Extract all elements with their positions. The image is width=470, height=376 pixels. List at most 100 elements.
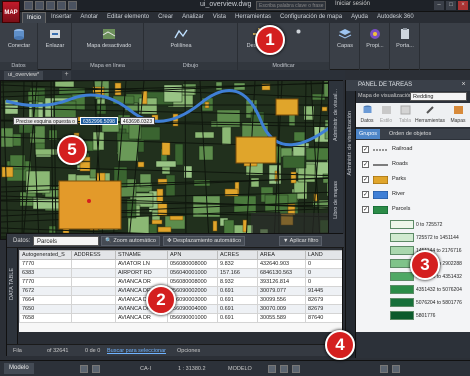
layer-list[interactable]: ✓ Railroad ✓ Roads ✓ Parks ✓ River ✓ Parcels 0 to … bbox=[356, 140, 470, 332]
table-cell: 7770 bbox=[19, 277, 72, 287]
tab-groups[interactable]: Grupos bbox=[356, 129, 381, 139]
layer-visibility-checkbox[interactable]: ✓ bbox=[362, 206, 369, 213]
ribbon-tab-6[interactable]: Vista bbox=[209, 12, 230, 23]
table-row[interactable]: 7770 AVIATOR LN 056080008000 9.832 432640.90… bbox=[19, 259, 342, 269]
column-header[interactable]: STNAME bbox=[115, 250, 168, 260]
map-canvas[interactable] bbox=[0, 80, 343, 240]
ribbon-tab-2[interactable]: Anotar bbox=[76, 12, 102, 23]
new-icon[interactable] bbox=[24, 1, 33, 10]
layer-item[interactable]: ✓ Roads bbox=[356, 159, 470, 171]
data-table-side-tab[interactable]: DATA TABLE bbox=[7, 248, 18, 344]
search-to-select-link[interactable]: Buscar para seleccionar bbox=[107, 348, 166, 354]
clipboard-button[interactable]: Porta... bbox=[392, 28, 418, 49]
filter-icon: ▼ bbox=[283, 238, 290, 244]
save-icon[interactable] bbox=[46, 1, 55, 10]
auto-zoom-label: Zoom automático bbox=[113, 238, 156, 244]
polyline-button[interactable]: Polilínea bbox=[166, 28, 196, 49]
close-icon[interactable]: × bbox=[459, 81, 468, 90]
layer-visibility-checkbox[interactable]: ✓ bbox=[362, 176, 369, 183]
ribbon-tab-5[interactable]: Analizar bbox=[178, 12, 208, 23]
layer-item[interactable]: ✓ River bbox=[356, 189, 470, 201]
redo-icon[interactable] bbox=[68, 1, 77, 10]
application-menu-button[interactable]: MAP bbox=[2, 1, 20, 23]
options-menu[interactable]: Opciones bbox=[177, 348, 200, 354]
ribbon-tab-10[interactable]: Autodesk 360 bbox=[373, 12, 418, 23]
layer-visibility-checkbox[interactable]: ✓ bbox=[362, 161, 369, 168]
maps-button[interactable]: Mapas bbox=[447, 103, 469, 127]
layers-button[interactable]: Capas bbox=[332, 28, 358, 49]
apply-filter-button[interactable]: ▼ Aplicar filtro bbox=[279, 236, 323, 246]
model-space-toggle[interactable]: MODELO bbox=[228, 364, 252, 374]
map-off-button[interactable]: Mapa desactivado bbox=[80, 28, 138, 49]
auto-zoom-button[interactable]: 🔍 Zoom automático bbox=[101, 236, 160, 246]
grid-icon[interactable] bbox=[80, 365, 88, 373]
settings-icon[interactable] bbox=[380, 365, 388, 373]
properties-button[interactable]: Propi... bbox=[362, 28, 388, 49]
visualization-select[interactable]: Redding bbox=[410, 92, 467, 101]
open-icon[interactable] bbox=[35, 1, 44, 10]
attribute-table[interactable]: Autogenerated_S ADDRESS STNAME APN ACRES AREA… bbox=[19, 250, 342, 332]
quick-access-toolbar[interactable] bbox=[24, 1, 77, 10]
legend-swatch bbox=[390, 233, 414, 242]
layer-item[interactable]: ✓ Railroad bbox=[356, 144, 470, 156]
column-header[interactable]: APN bbox=[167, 250, 218, 260]
task-pane-side-bar[interactable]: Administr. de visualización bbox=[346, 91, 356, 358]
ribbon-tab-4[interactable]: Crear bbox=[154, 12, 177, 23]
ribbon-tab-9[interactable]: Ayuda bbox=[347, 12, 372, 23]
layer-visibility-checkbox[interactable]: ✓ bbox=[362, 146, 369, 153]
scale-readout[interactable]: 1 : 31380.2 bbox=[178, 364, 206, 374]
side-tab-map-book[interactable]: Libro de mapas bbox=[333, 181, 339, 219]
column-header[interactable]: AREA bbox=[257, 250, 306, 260]
tab-model[interactable]: Modelo bbox=[4, 363, 34, 374]
table-row[interactable]: 6383 AIRPORT RD 056040001000 157.166 6846130… bbox=[19, 268, 342, 278]
tab-draw-order[interactable]: Orden de objetos bbox=[386, 129, 434, 139]
undo-icon[interactable] bbox=[57, 1, 66, 10]
table-row[interactable]: 7658 AVIANCA DR 056090001000 0.691 30055.589… bbox=[19, 313, 342, 323]
column-header[interactable]: ACRES bbox=[217, 250, 258, 260]
ribbon-tab-7[interactable]: Herramientas bbox=[231, 12, 275, 23]
snap-icon[interactable] bbox=[92, 365, 100, 373]
connect-button[interactable]: Conectar bbox=[4, 28, 34, 49]
table-row[interactable]: 7770 AVIANCA DR 056080008000 8.932 393126.81… bbox=[19, 277, 342, 287]
ribbon-tab-8[interactable]: Configuración de mapa bbox=[276, 12, 346, 23]
tab-ui-overview[interactable]: ui_overview* bbox=[4, 71, 44, 80]
lock-icon[interactable] bbox=[292, 365, 300, 373]
side-tab-display-manager[interactable]: Administr. de visual... bbox=[333, 89, 339, 141]
data-table-toolbar: Datos: Parcels 🔍 Zoom automático ✥ Despl… bbox=[7, 234, 344, 248]
column-header[interactable]: ADDRESS bbox=[71, 250, 116, 260]
layer-item[interactable]: ✓ Parks bbox=[356, 174, 470, 186]
ribbon-tab-3[interactable]: Editar elemento bbox=[103, 12, 153, 23]
close-icon[interactable]: × bbox=[458, 1, 468, 10]
tooltip-y-input[interactable]: 463698.0323 bbox=[119, 117, 156, 125]
ribbon-group-draw: Polilínea Dibujo bbox=[144, 23, 301, 70]
link-button[interactable]: Enlazar bbox=[41, 28, 69, 49]
ca-layer[interactable]: CA-I bbox=[140, 364, 151, 374]
data-tool-button[interactable]: Datos bbox=[358, 103, 376, 127]
signin-link[interactable]: Iniciar sesión bbox=[335, 1, 370, 7]
table-row[interactable]: 7664 AVIANCA DR 056090003000 0.691 30099.556… bbox=[19, 295, 342, 305]
table-cell: 9.832 bbox=[217, 259, 258, 269]
minimize-icon[interactable]: – bbox=[434, 1, 444, 10]
table-row[interactable]: 7650 AVIANCA DR 056090004000 0.691 30070.009… bbox=[19, 304, 342, 314]
search-input[interactable]: Escriba palabra clave o frase bbox=[256, 1, 326, 10]
column-header[interactable]: Autogenerated_S bbox=[19, 250, 72, 260]
table-row[interactable]: 7672 AVIANCA DR 056090002000 0.691 30079.077… bbox=[19, 286, 342, 296]
add-tab-icon[interactable]: + bbox=[62, 71, 71, 80]
maximize-icon[interactable]: □ bbox=[446, 1, 456, 10]
tools-button[interactable]: Herramientas bbox=[415, 103, 445, 127]
layer-item[interactable]: ✓ Parcels bbox=[356, 204, 470, 216]
coordinate-tooltip: Precise esquina opuesta o 6352996.5098 4… bbox=[13, 117, 156, 125]
table-tool-button[interactable]: Tabla bbox=[396, 103, 414, 127]
auto-pan-button[interactable]: ✥ Desplazamiento automático bbox=[163, 236, 246, 246]
tooltip-x-input[interactable]: 6352996.5098 bbox=[79, 117, 118, 125]
fullscreen-icon[interactable] bbox=[392, 365, 400, 373]
data-source-select[interactable]: Parcels bbox=[33, 236, 99, 246]
style-tool-button[interactable]: Estilo bbox=[377, 103, 395, 127]
layer-visibility-checkbox[interactable]: ✓ bbox=[362, 191, 369, 198]
column-header[interactable]: LAND bbox=[305, 250, 342, 260]
table-cell: AIRPORT RD bbox=[115, 268, 168, 278]
ribbon-tab-0[interactable]: Inicio bbox=[22, 12, 47, 23]
ribbon-tab-1[interactable]: Insertar bbox=[47, 12, 75, 23]
annotation-icon[interactable] bbox=[268, 365, 276, 373]
workspace-icon[interactable] bbox=[280, 365, 288, 373]
